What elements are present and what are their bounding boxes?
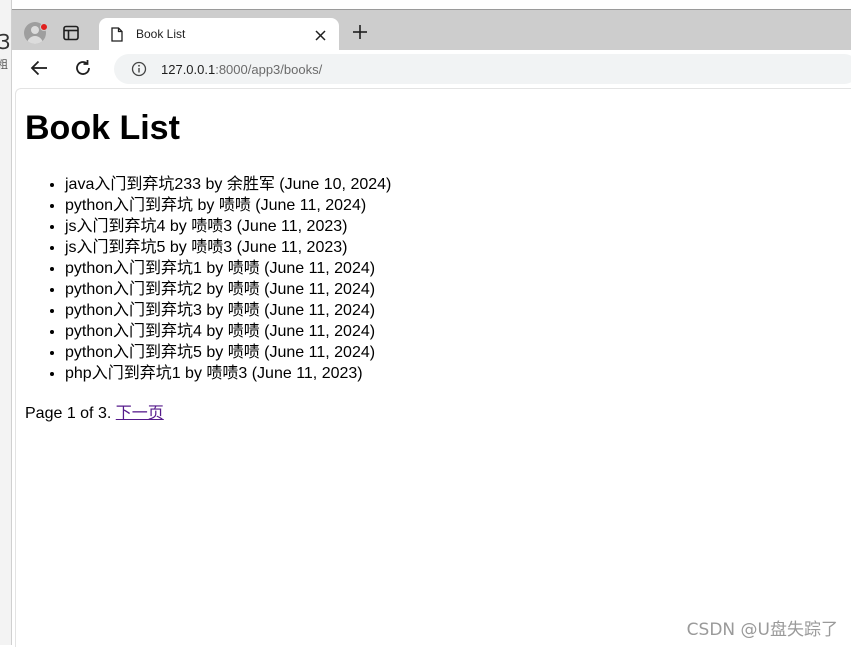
page-title: Book List (25, 109, 180, 147)
list-item: js入门到弃坑4 by 啧啧3 (June 11, 2023) (65, 216, 391, 237)
list-item: python入门到弃坑3 by 啧啧 (June 11, 2024) (65, 300, 391, 321)
background-text-fragment: 3 (0, 30, 11, 54)
navigation-toolbar: 127.0.0.1:8000/app3/books/ (12, 50, 851, 88)
list-item: python入门到弃坑 by 啧啧 (June 11, 2024) (65, 195, 391, 216)
list-item: python入门到弃坑1 by 啧啧 (June 11, 2024) (65, 258, 391, 279)
tab-title: Book List (136, 27, 186, 41)
browser-window: Book List 127.0.0.1:8000/app3/books/ Boo… (12, 9, 851, 647)
url-host: 127.0.0.1 (161, 62, 216, 77)
url-text: 127.0.0.1:8000/app3/books/ (161, 62, 322, 77)
list-item: java入门到弃坑233 by 余胜军 (June 10, 2024) (65, 174, 391, 195)
watermark: CSDN @U盘失踪了 (686, 620, 838, 640)
reload-icon[interactable] (74, 59, 92, 82)
background-window-edge: 3 粗 (0, 0, 12, 645)
pagination: Page 1 of 3. 下一页 (25, 399, 164, 423)
close-icon[interactable] (315, 28, 326, 46)
list-item: python入门到弃坑5 by 啧啧 (June 11, 2024) (65, 342, 391, 363)
tab-book-list[interactable]: Book List (99, 18, 339, 51)
notification-dot (40, 23, 48, 31)
book-list: java入门到弃坑233 by 余胜军 (June 10, 2024) pyth… (25, 174, 391, 384)
url-path: :8000/app3/books/ (215, 62, 323, 77)
list-item: php入门到弃坑1 by 啧啧3 (June 11, 2023) (65, 363, 391, 384)
list-item: python入门到弃坑4 by 啧啧 (June 11, 2024) (65, 321, 391, 342)
document-icon (111, 27, 123, 47)
plus-icon[interactable] (352, 24, 368, 45)
address-bar[interactable]: 127.0.0.1:8000/app3/books/ (114, 54, 851, 84)
tab-strip: Book List (12, 10, 851, 51)
list-item: js入门到弃坑5 by 啧啧3 (June 11, 2023) (65, 237, 391, 258)
back-arrow-icon[interactable] (30, 60, 48, 81)
background-text-fragment: 粗 (0, 56, 8, 72)
info-icon[interactable] (131, 61, 147, 82)
page-viewport: Book List java入门到弃坑233 by 余胜军 (June 10, … (15, 88, 851, 647)
page-status: Page 1 of 3. (25, 405, 112, 422)
tab-search-icon[interactable] (62, 24, 80, 42)
list-item: python入门到弃坑2 by 啧啧 (June 11, 2024) (65, 279, 391, 300)
next-page-link[interactable]: 下一页 (116, 405, 164, 422)
